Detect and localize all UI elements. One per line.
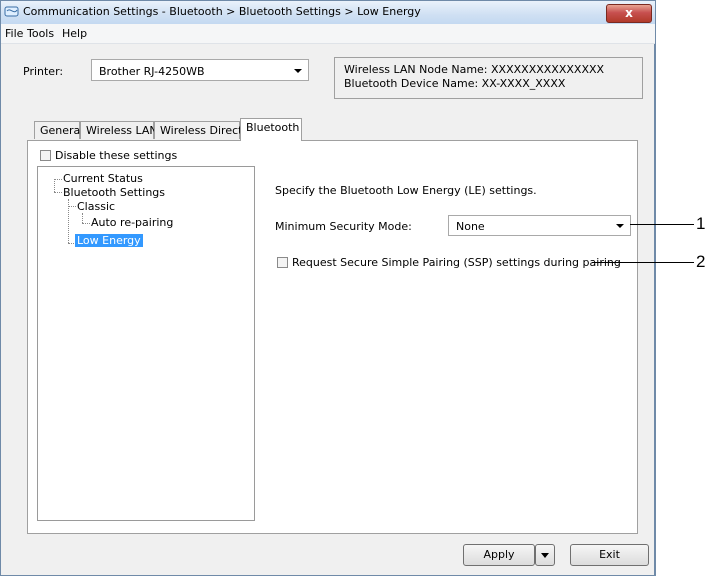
tab-wireless-lan-label: Wireless LAN (86, 124, 158, 137)
communication-settings-window: Communication Settings - Bluetooth > Blu… (0, 0, 656, 576)
minimum-security-mode-value: None (456, 220, 485, 233)
apply-dropdown-button[interactable] (535, 544, 555, 566)
chevron-down-icon (541, 552, 549, 558)
minimum-security-mode-select[interactable]: None (448, 215, 631, 236)
tree-item-current-status[interactable]: Current Status (63, 172, 143, 185)
tab-bluetooth-label: Bluetooth (246, 121, 300, 134)
chevron-down-icon (294, 69, 302, 73)
tree-item-classic[interactable]: Classic (77, 200, 115, 213)
callout-line-1 (630, 224, 694, 225)
tab-general[interactable]: General (34, 121, 84, 139)
apply-button-label: Apply (483, 548, 515, 561)
menu-file[interactable]: File (5, 27, 23, 40)
tab-wireless-direct[interactable]: Wireless Direct (154, 121, 243, 139)
callout-number-1: 1 (696, 214, 706, 233)
tab-general-label: General (40, 124, 84, 137)
disable-settings-checkbox[interactable] (40, 150, 51, 161)
exit-button-label: Exit (599, 548, 620, 561)
printer-select-value: Brother RJ-4250WB (99, 65, 205, 78)
menu-bar: File Tools Help (1, 24, 655, 44)
ssp-checkbox[interactable] (277, 257, 288, 268)
tab-bluetooth[interactable]: Bluetooth (240, 118, 302, 141)
bluetooth-device-name: Bluetooth Device Name: XX-XXXX_XXXX (344, 77, 566, 90)
exit-button[interactable]: Exit (570, 544, 649, 566)
printer-info-box: Wireless LAN Node Name: XXXXXXXXXXXXXXX … (334, 57, 643, 99)
wireless-lan-node-name: Wireless LAN Node Name: XXXXXXXXXXXXXXX (344, 63, 605, 76)
callout-line-2 (592, 262, 694, 263)
close-icon: x (625, 6, 633, 20)
menu-tools[interactable]: Tools (27, 27, 54, 40)
le-settings-description: Specify the Bluetooth Low Energy (LE) se… (275, 184, 537, 197)
tab-wireless-lan[interactable]: Wireless LAN (80, 121, 158, 139)
communication-settings-app-icon (4, 6, 19, 17)
tree-item-auto-repairing[interactable]: Auto re-pairing (91, 216, 173, 229)
printer-label: Printer: (23, 65, 64, 78)
tab-wireless-direct-label: Wireless Direct (160, 124, 243, 137)
ssp-label: Request Secure Simple Pairing (SSP) sett… (292, 256, 621, 269)
printer-select[interactable]: Brother RJ-4250WB (91, 59, 309, 81)
close-button[interactable]: x (606, 4, 652, 23)
callout-number-2: 2 (696, 252, 706, 271)
settings-tree: Current Status Bluetooth Settings Classi… (37, 166, 255, 521)
tree-item-low-energy[interactable]: Low Energy (75, 234, 143, 247)
title-bar: Communication Settings - Bluetooth > Blu… (1, 1, 655, 25)
window-title: Communication Settings - Bluetooth > Blu… (23, 5, 421, 18)
disable-settings-label: Disable these settings (55, 149, 178, 162)
menu-help[interactable]: Help (62, 27, 87, 40)
tree-item-bluetooth-settings[interactable]: Bluetooth Settings (63, 186, 165, 199)
minimum-security-mode-label: Minimum Security Mode: (275, 220, 412, 233)
apply-button[interactable]: Apply (463, 544, 535, 566)
chevron-down-icon (616, 224, 624, 228)
